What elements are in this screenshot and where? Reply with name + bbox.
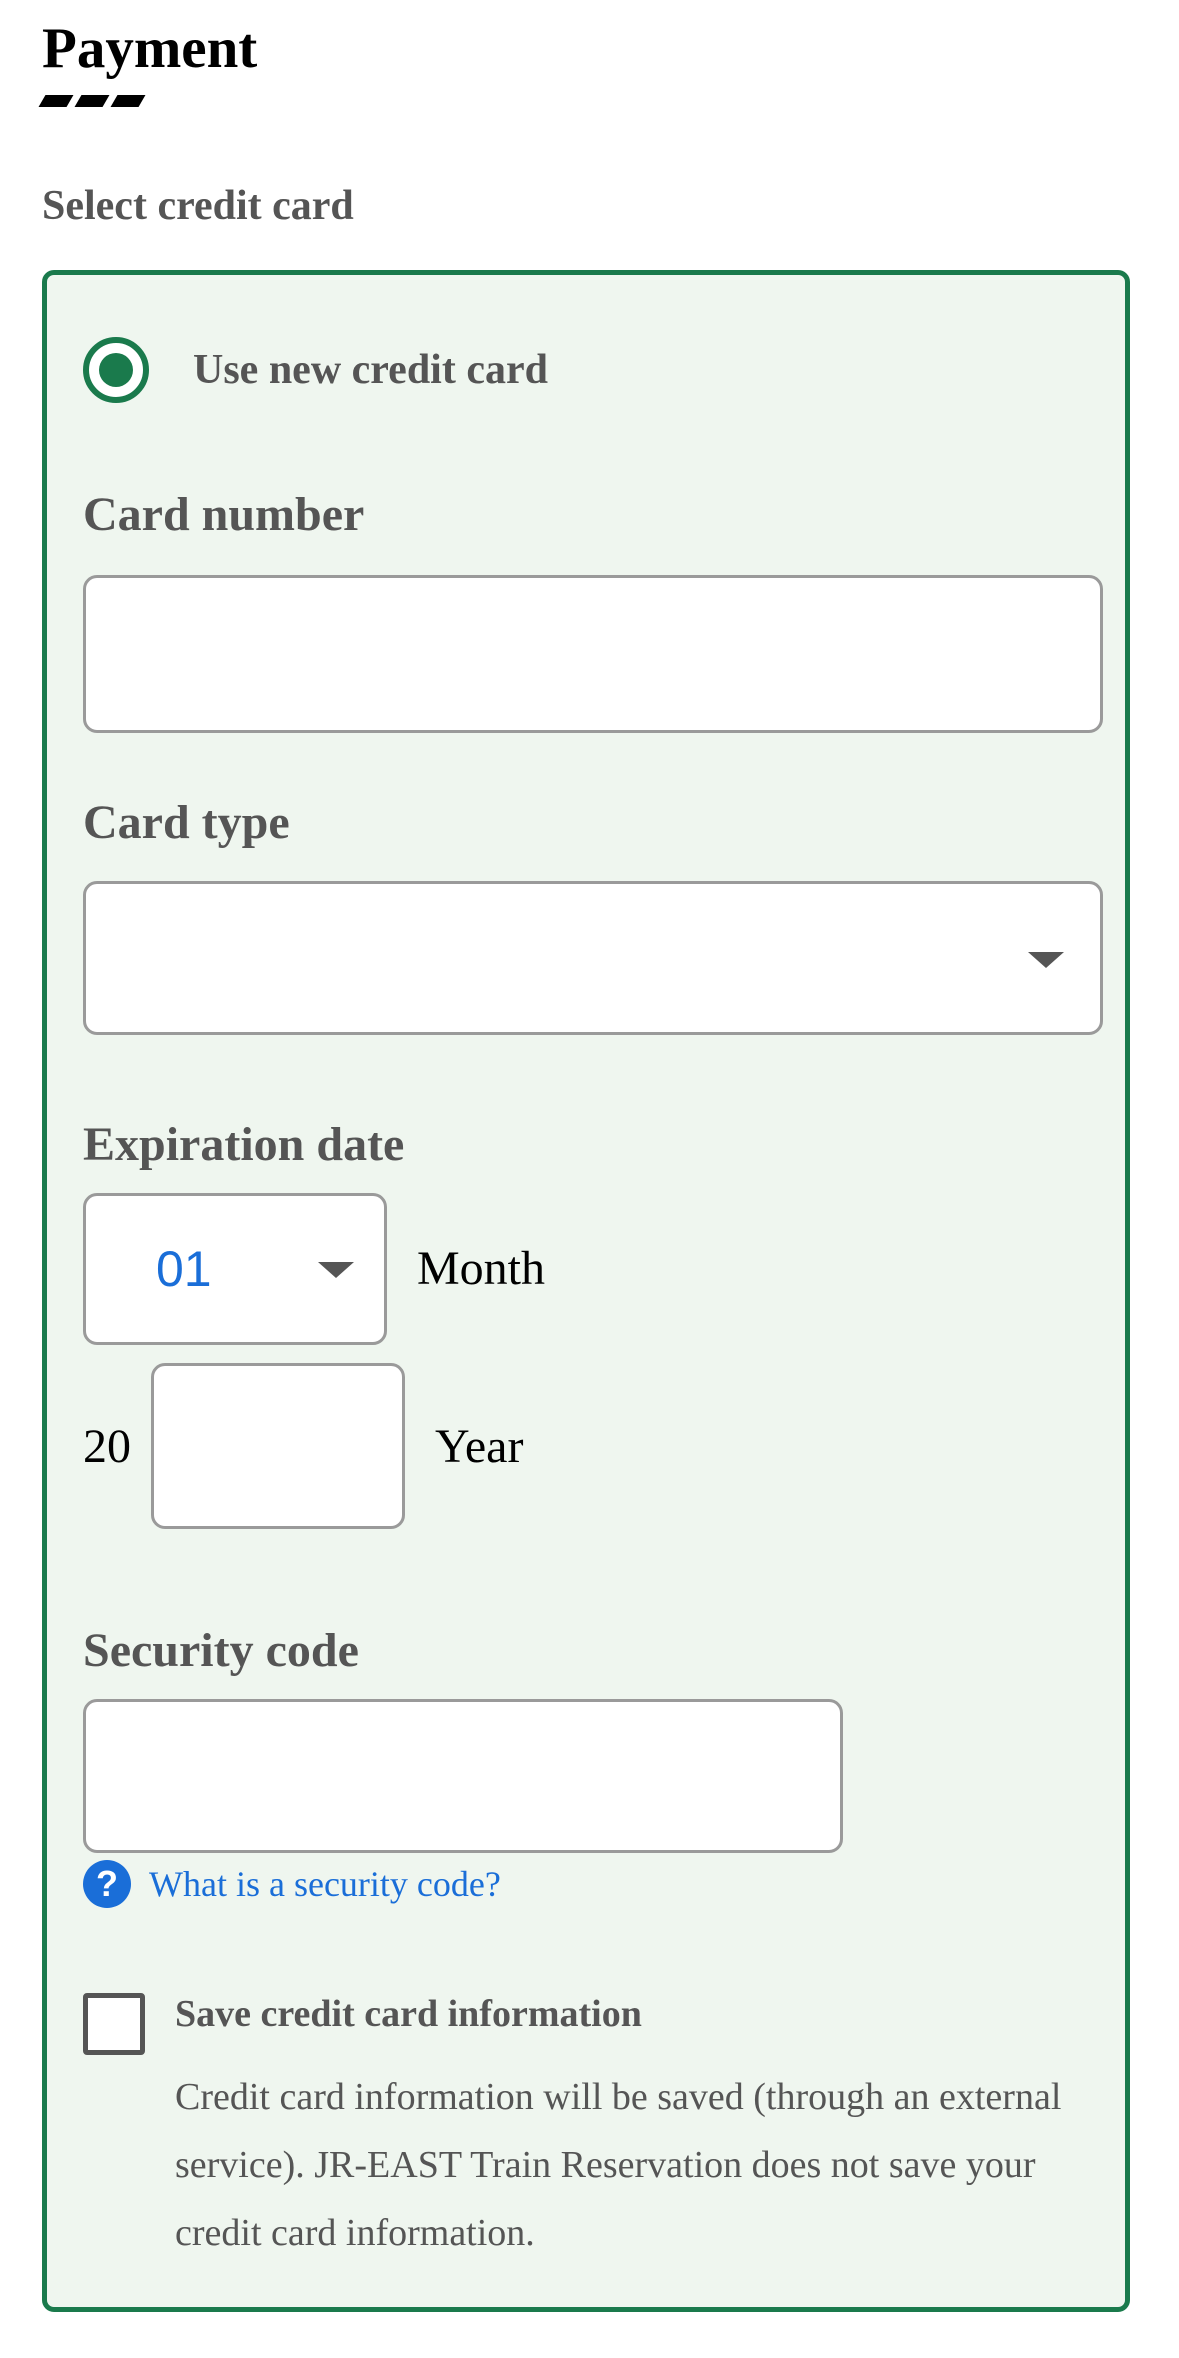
page-title: Payment — [42, 17, 258, 80]
security-code-help[interactable]: ? What is a security code? — [83, 1860, 501, 1908]
year-prefix: 20 — [83, 1420, 131, 1473]
use-new-card-option[interactable]: Use new credit card — [83, 337, 548, 403]
card-number-input[interactable] — [83, 575, 1103, 733]
title-underline-decoration — [38, 95, 146, 107]
radio-selected-icon[interactable] — [83, 337, 149, 403]
expiration-month-value: 01 — [156, 1241, 212, 1297]
security-code-help-link[interactable]: What is a security code? — [149, 1863, 501, 1905]
card-type-select[interactable] — [83, 881, 1103, 1035]
help-icon[interactable]: ? — [83, 1860, 131, 1908]
save-card-description: Credit card information will be saved (t… — [175, 2076, 1062, 2254]
select-credit-card-label: Select credit card — [42, 183, 354, 229]
expiration-date-label: Expiration date — [83, 1118, 405, 1171]
security-code-input[interactable] — [83, 1699, 843, 1853]
use-new-card-label: Use new credit card — [193, 347, 548, 393]
card-type-label: Card type — [83, 796, 290, 849]
save-card-label[interactable]: Save credit card information — [175, 1989, 642, 2039]
credit-card-panel: Use new credit card Card number Card typ… — [42, 270, 1130, 2312]
expiration-year-input[interactable] — [151, 1363, 405, 1529]
security-code-label: Security code — [83, 1624, 359, 1677]
month-label: Month — [417, 1242, 546, 1295]
card-number-label: Card number — [83, 488, 365, 541]
chevron-down-icon — [318, 1262, 354, 1278]
year-label: Year — [435, 1420, 524, 1473]
chevron-down-icon — [1028, 952, 1064, 968]
expiration-month-select[interactable]: 01 — [83, 1193, 387, 1345]
save-card-checkbox[interactable] — [83, 1993, 145, 2055]
